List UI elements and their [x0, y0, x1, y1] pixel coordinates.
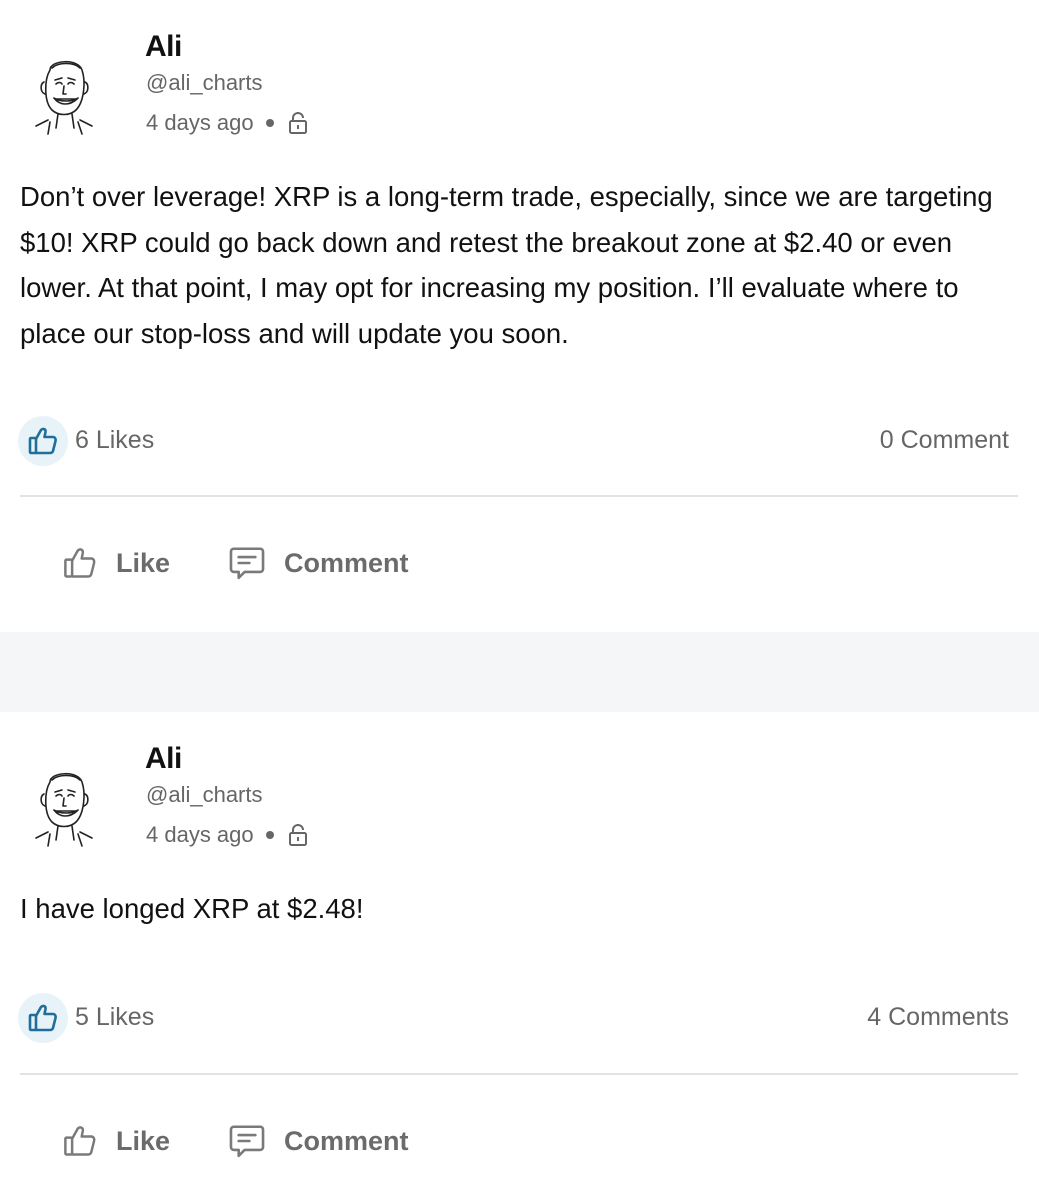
lock-icon: [288, 824, 307, 846]
likes-count[interactable]: 6 Likes: [75, 426, 154, 455]
thumbs-up-icon: [28, 427, 57, 455]
comment-button[interactable]: Comment: [228, 544, 409, 582]
post-card: Ali @ali_charts 4 days ago Don’t over le…: [0, 0, 1039, 632]
post-header: Ali @ali_charts 4 days ago: [0, 0, 1039, 150]
thumbs-up-icon: [64, 1126, 96, 1156]
post-card: Ali @ali_charts 4 days ago I have longed…: [0, 712, 1039, 1200]
likes-count[interactable]: 5 Likes: [75, 1003, 154, 1032]
like-button-label: Like: [116, 547, 171, 578]
comment-button-label: Comment: [284, 1125, 409, 1156]
like-button-label: Like: [116, 1125, 171, 1156]
avatar[interactable]: [28, 764, 100, 848]
comments-count[interactable]: 4 Comments: [867, 1003, 1009, 1032]
post-separator: [0, 632, 1039, 712]
post-body: Don’t over leverage! XRP is a long-term …: [20, 181, 993, 349]
avatar[interactable]: [28, 52, 100, 136]
post-body: I have longed XRP at $2.48!: [20, 893, 364, 924]
comments-count[interactable]: 0 Comment: [880, 426, 1009, 455]
thumbs-up-icon: [28, 1004, 57, 1032]
divider: [20, 495, 1018, 497]
like-button[interactable]: Like: [62, 544, 170, 582]
post-timestamp: 4 days ago: [146, 110, 254, 135]
comment-icon: [229, 547, 265, 580]
author-name[interactable]: Ali: [145, 30, 182, 64]
meta-dot: [265, 831, 274, 839]
thumbs-up-icon: [64, 548, 96, 578]
like-badge: [18, 416, 68, 466]
like-button[interactable]: Like: [62, 1122, 170, 1160]
lock-icon: [288, 112, 307, 134]
post-actions: Like Comment: [0, 544, 1039, 604]
post-timestamp: 4 days ago: [146, 822, 254, 847]
like-badge: [18, 993, 68, 1043]
comment-icon: [229, 1125, 265, 1158]
author-name[interactable]: Ali: [145, 742, 182, 776]
comment-button-label: Comment: [284, 547, 409, 578]
post-stats: 6 Likes 0 Comment: [0, 416, 1039, 476]
post-header: Ali @ali_charts 4 days ago: [0, 712, 1039, 862]
meta-dot: [265, 119, 274, 127]
post-stats: 5 Likes 4 Comments: [0, 993, 1039, 1053]
divider: [20, 1073, 1018, 1075]
post-actions: Like Comment: [0, 1122, 1039, 1182]
comment-button[interactable]: Comment: [228, 1122, 409, 1160]
author-handle[interactable]: @ali_charts: [146, 70, 263, 96]
post-meta: 4 days ago: [146, 822, 308, 848]
post-meta: 4 days ago: [146, 110, 308, 136]
author-handle[interactable]: @ali_charts: [146, 782, 263, 808]
